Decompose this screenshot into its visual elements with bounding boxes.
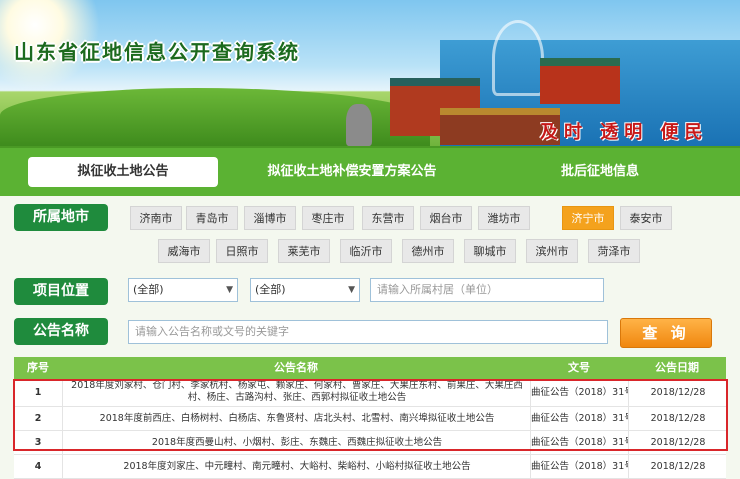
city-button[interactable]: 泰安市 xyxy=(620,206,672,230)
village-input[interactable]: 请输入所属村居（单位） xyxy=(370,278,604,302)
header-banner: 山东省征地信息公开查询系统 及时 透明 便民 xyxy=(0,0,740,146)
city-button[interactable]: 莱芜市 xyxy=(278,239,330,263)
town-select-value: (全部) xyxy=(255,283,286,296)
row-no: 3 xyxy=(34,437,42,448)
region-label: 所属地市 xyxy=(14,204,108,231)
query-button[interactable]: 查 询 xyxy=(620,318,712,348)
city-button[interactable]: 菏泽市 xyxy=(588,239,640,263)
main-nav: 拟征收土地公告 拟征收土地补偿安置方案公告 批后征地信息 xyxy=(0,146,740,196)
notice-label: 公告名称 xyxy=(14,318,108,345)
city-button[interactable]: 聊城市 xyxy=(464,239,516,263)
monument-ring xyxy=(492,20,544,96)
town-select[interactable]: (全部) ▼ xyxy=(250,278,360,302)
city-button[interactable]: 济南市 xyxy=(130,206,182,230)
city-button[interactable]: 烟台市 xyxy=(420,206,472,230)
city-button[interactable]: 日照市 xyxy=(216,239,268,263)
city-button[interactable]: 德州市 xyxy=(402,239,454,263)
district-select-value: (全部) xyxy=(133,283,164,296)
city-button[interactable]: 青岛市 xyxy=(186,206,238,230)
tab-post-approval-info[interactable]: 批后征地信息 xyxy=(520,157,680,187)
col-header-doc: 文号 xyxy=(568,361,590,374)
city-button[interactable]: 潍坊市 xyxy=(478,206,530,230)
col-header-name: 公告名称 xyxy=(274,361,318,374)
row-date: 2018/12/28 xyxy=(628,407,727,430)
col-header-date: 公告日期 xyxy=(655,361,699,374)
city-button[interactable]: 淄博市 xyxy=(244,206,296,230)
notice-table: 序号 公告名称 文号 公告日期 1 2018年度刘家村、仓门村、李家杭村、杨家屯… xyxy=(14,357,726,479)
row-name-link[interactable]: 2018年度西曼山村、小烟村、彭庄、东魏庄、西魏庄拟征收土地公告 xyxy=(62,431,531,454)
chevron-down-icon: ▼ xyxy=(348,285,355,295)
row-date: 2018/12/28 xyxy=(628,431,727,454)
city-button[interactable]: 枣庄市 xyxy=(302,206,354,230)
chevron-down-icon: ▼ xyxy=(226,285,233,295)
row-no: 1 xyxy=(34,387,42,398)
city-button[interactable]: 滨州市 xyxy=(526,239,578,263)
row-no: 2 xyxy=(34,413,42,424)
row-doc: 曲征公告（2018）31号 xyxy=(530,431,629,454)
table-row[interactable]: 3 2018年度西曼山村、小烟村、彭庄、东魏庄、西魏庄拟征收土地公告 曲征公告（… xyxy=(14,431,726,455)
notice-search-input[interactable]: 请输入公告名称或文号的关键字 xyxy=(128,320,608,344)
slogan: 及时 透明 便民 xyxy=(540,122,709,143)
row-doc: 曲征公告（2018）31号 xyxy=(530,379,629,406)
city-button[interactable]: 威海市 xyxy=(158,239,210,263)
col-header-no: 序号 xyxy=(27,361,49,374)
row-date: 2018/12/28 xyxy=(628,379,727,406)
city-button[interactable]: 济宁市 xyxy=(562,206,614,230)
table-row[interactable]: 1 2018年度刘家村、仓门村、李家杭村、杨家屯、赖家庄、何家村、曹家庄、大果庄… xyxy=(14,379,726,407)
row-name-link[interactable]: 2018年度前西庄、白杨树村、白杨店、东鲁贤村、店北头村、北雪村、南兴埠拟征收土… xyxy=(62,407,531,430)
table-row[interactable]: 4 2018年度刘家庄、中元疃村、南元疃村、大峪村、柴峪村、小峪村拟征收土地公告… xyxy=(14,455,726,479)
row-doc: 曲征公告（2018）31号 xyxy=(530,407,629,430)
city-button[interactable]: 东营市 xyxy=(362,206,414,230)
table-row[interactable]: 2 2018年度前西庄、白杨树村、白杨店、东鲁贤村、店北头村、北雪村、南兴埠拟征… xyxy=(14,407,726,431)
row-name-link[interactable]: 2018年度刘家村、仓门村、李家杭村、杨家屯、赖家庄、何家村、曹家庄、大果庄东村… xyxy=(62,379,531,407)
system-title: 山东省征地信息公开查询系统 xyxy=(14,40,300,64)
tab-compensation-plan-notice[interactable]: 拟征收土地补偿安置方案公告 xyxy=(252,157,452,187)
statue-image xyxy=(346,104,372,146)
table-header: 序号 公告名称 文号 公告日期 xyxy=(14,357,726,379)
tab-proposed-land-notice[interactable]: 拟征收土地公告 xyxy=(28,157,218,187)
location-label: 项目位置 xyxy=(14,278,108,305)
pavilion-image xyxy=(540,58,620,104)
city-button[interactable]: 临沂市 xyxy=(340,239,392,263)
district-select[interactable]: (全部) ▼ xyxy=(128,278,238,302)
